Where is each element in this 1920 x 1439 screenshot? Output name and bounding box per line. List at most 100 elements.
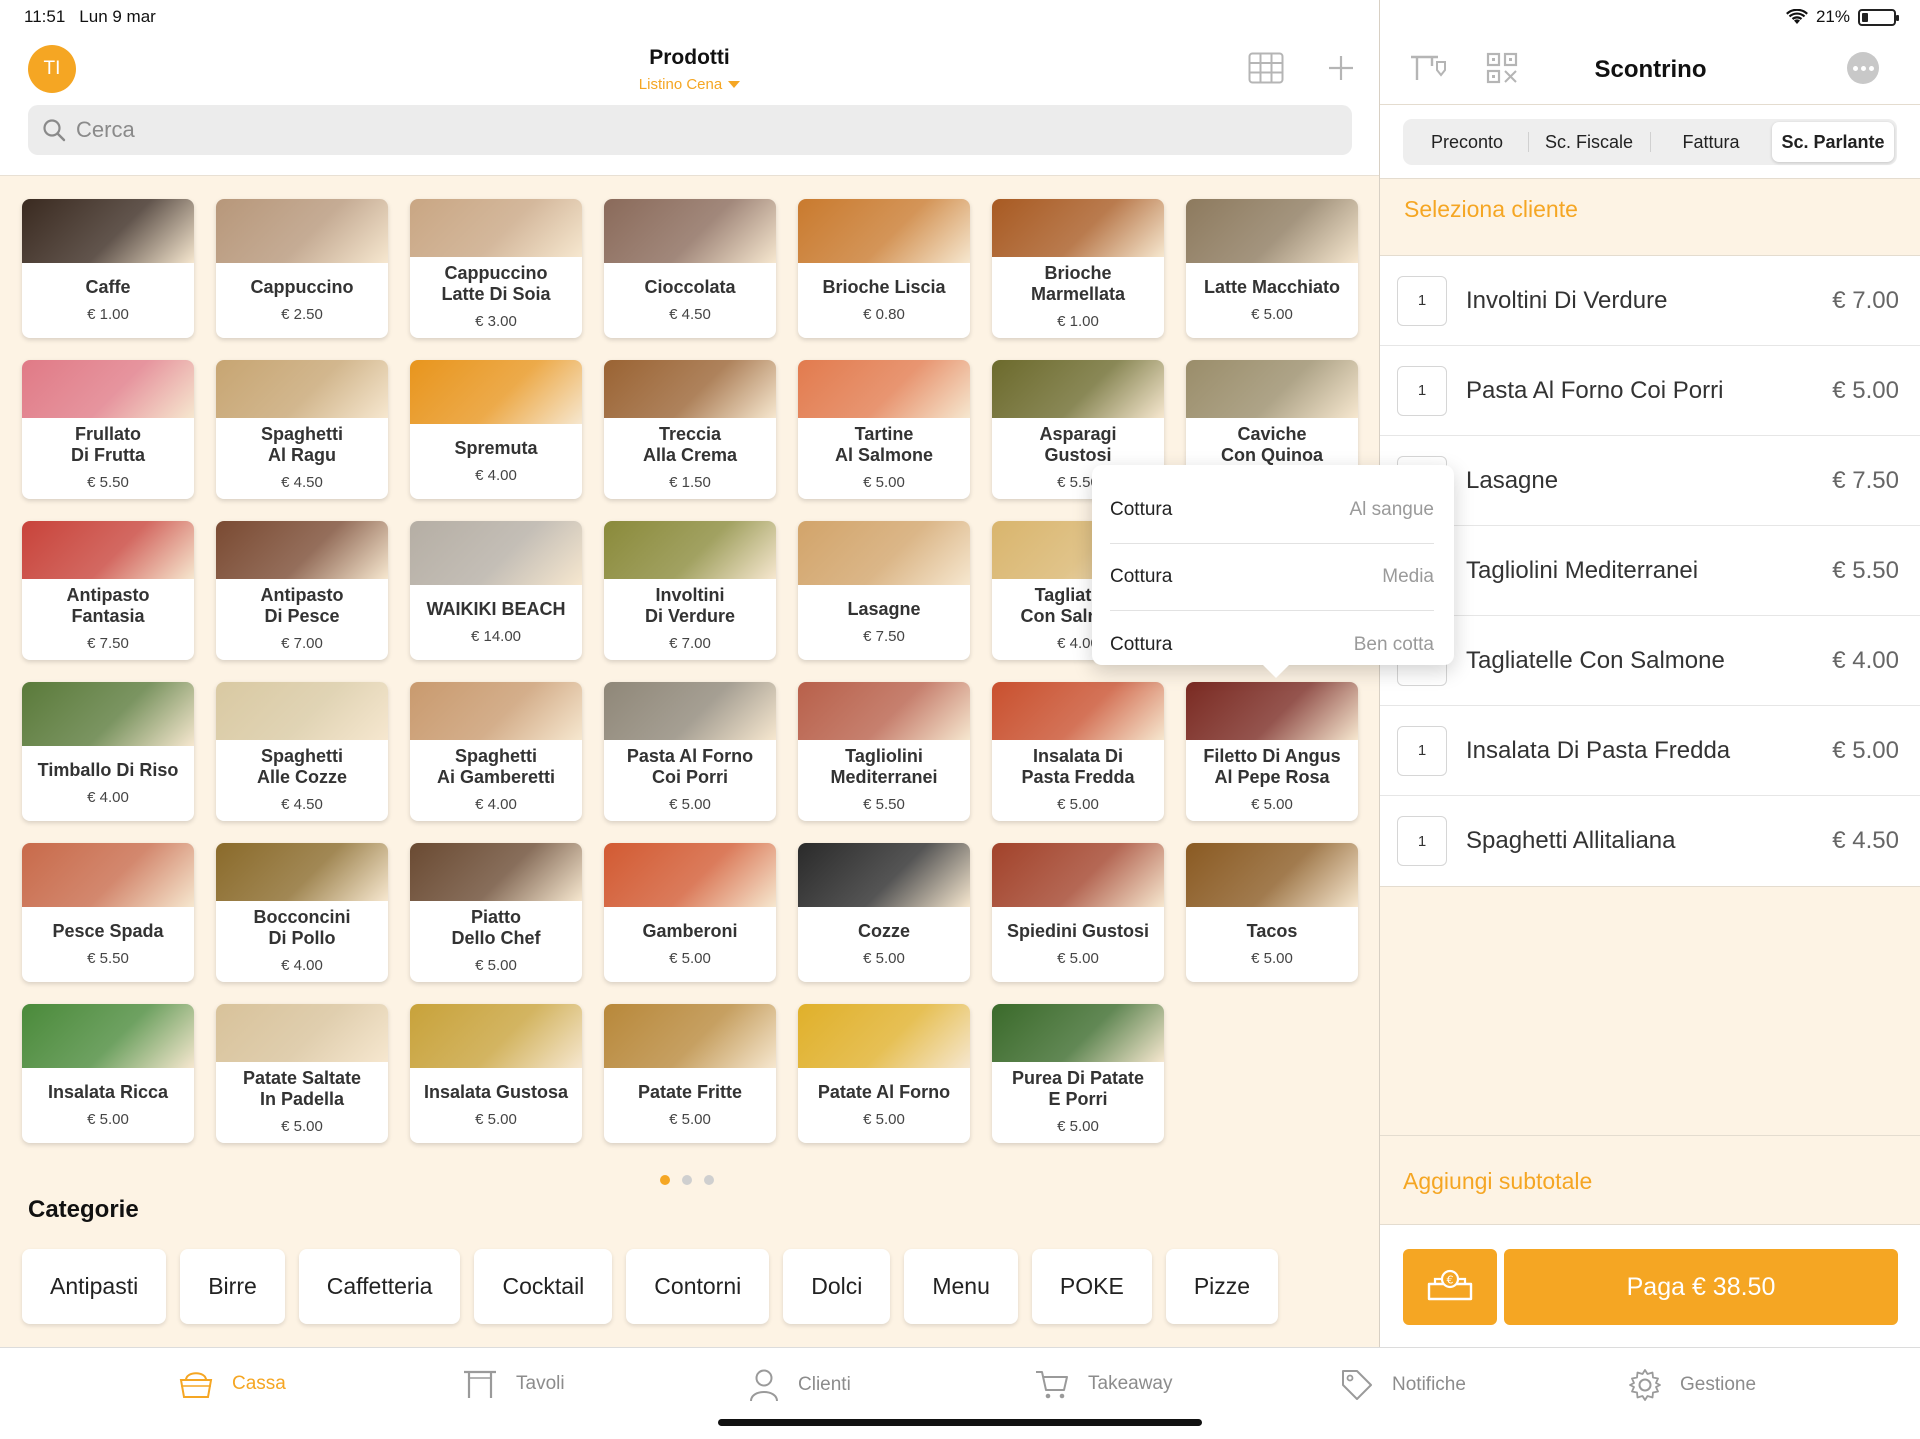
product-card[interactable]: Cappuccino Latte Di Soia € 3.00 — [410, 199, 582, 338]
product-image — [992, 360, 1164, 418]
product-card[interactable]: Gamberoni € 5.00 — [604, 843, 776, 982]
product-card[interactable]: WAIKIKI BEACH € 14.00 — [410, 521, 582, 660]
page-dot[interactable] — [682, 1175, 692, 1185]
product-card[interactable]: Patate Al Forno € 5.00 — [798, 1004, 970, 1143]
receipt-type-tab[interactable]: Sc. Fiscale — [1528, 122, 1650, 162]
product-card[interactable]: Brioche Liscia € 0.80 — [798, 199, 970, 338]
category-button[interactable]: POKE — [1031, 1249, 1152, 1324]
product-name: Spremuta — [454, 437, 538, 458]
receipt-pane: Scontrino Preconto Sc. Fiscale Fattura Sc. … — [1379, 0, 1920, 1347]
product-price: € 5.50 — [87, 949, 129, 967]
receipt-type-tab[interactable]: Fattura — [1650, 122, 1772, 162]
product-card[interactable]: Cappuccino € 2.50 — [216, 199, 388, 338]
select-client-link[interactable]: Seleziona cliente — [1404, 196, 1578, 223]
page-dot[interactable] — [660, 1175, 670, 1185]
product-card[interactable]: Purea Di Patate E Porri € 5.00 — [992, 1004, 1164, 1143]
category-button[interactable]: Contorni — [626, 1249, 770, 1324]
search-bar[interactable] — [28, 105, 1352, 155]
product-info: Tacos € 5.00 — [1186, 907, 1358, 982]
product-info: Patate Al Forno € 5.00 — [798, 1068, 970, 1143]
product-info: Antipasto Fantasia € 7.50 — [22, 579, 194, 660]
product-card[interactable]: Patate Fritte € 5.00 — [604, 1004, 776, 1143]
tab-takeaway[interactable]: Takeaway — [1034, 1368, 1173, 1400]
product-card[interactable]: Insalata Di Pasta Fredda € 5.00 — [992, 682, 1164, 821]
add-product-button[interactable] — [1321, 48, 1361, 88]
product-card[interactable]: Spremuta € 4.00 — [410, 360, 582, 499]
add-subtotal-row[interactable]: Aggiungi subtotale — [1380, 1135, 1920, 1225]
product-card[interactable]: Piatto Dello Chef € 5.00 — [410, 843, 582, 982]
product-card[interactable]: Insalata Ricca € 5.00 — [22, 1004, 194, 1143]
product-card[interactable]: Involtini Di Verdure € 7.00 — [604, 521, 776, 660]
category-button[interactable]: Menu — [904, 1249, 1018, 1324]
product-card[interactable]: Timballo Di Riso € 4.00 — [22, 682, 194, 821]
page-indicator[interactable] — [660, 1175, 714, 1185]
receipt-item[interactable]: 1 Involtini Di Verdure € 7.00 — [1380, 256, 1920, 346]
product-info: Spaghetti Alle Cozze € 4.50 — [216, 740, 388, 821]
product-card[interactable]: Spaghetti Al Ragu € 4.50 — [216, 360, 388, 499]
cooking-option[interactable]: Cottura Al sangue — [1110, 477, 1434, 544]
product-card[interactable]: Bocconcini Di Pollo € 4.00 — [216, 843, 388, 982]
product-card[interactable]: Tartine Al Salmone € 5.00 — [798, 360, 970, 499]
tab-clienti[interactable]: Clienti — [748, 1368, 851, 1402]
category-button[interactable]: Antipasti — [22, 1249, 167, 1324]
product-card[interactable]: Caffe € 1.00 — [22, 199, 194, 338]
product-name: Spaghetti Ai Gamberetti — [436, 746, 556, 787]
product-card[interactable]: Patate Saltate In Padella € 5.00 — [216, 1004, 388, 1143]
product-card[interactable]: Cozze € 5.00 — [798, 843, 970, 982]
receipt-item[interactable]: 1 Insalata Di Pasta Fredda € 5.00 — [1380, 706, 1920, 796]
product-card[interactable]: Spiedini Gustosi € 5.00 — [992, 843, 1164, 982]
product-card[interactable]: Tagliolini Mediterranei € 5.50 — [798, 682, 970, 821]
receipt-item[interactable]: 1 Spaghetti Allitaliana € 4.50 — [1380, 796, 1920, 886]
product-card[interactable]: Tacos € 5.00 — [1186, 843, 1358, 982]
cooking-option[interactable]: Cottura Ben cotta — [1110, 611, 1434, 678]
receipt-type-tab[interactable]: Preconto — [1406, 122, 1528, 162]
product-card[interactable]: Pesce Spada € 5.50 — [22, 843, 194, 982]
search-input[interactable] — [76, 117, 1276, 143]
product-card[interactable]: Antipasto Fantasia € 7.50 — [22, 521, 194, 660]
quantity-box[interactable]: 1 — [1397, 275, 1447, 326]
home-indicator[interactable] — [718, 1419, 1202, 1426]
person-icon — [748, 1368, 780, 1402]
receipt-item[interactable]: 1 Pasta Al Forno Coi Porri € 5.00 — [1380, 346, 1920, 436]
cash-drawer-button[interactable]: € — [1403, 1249, 1497, 1325]
product-price: € 2.50 — [281, 305, 323, 323]
tab-label: Gestione — [1680, 1374, 1757, 1395]
product-card[interactable]: Filetto Di Angus Al Pepe Rosa € 5.00 — [1186, 682, 1358, 821]
tab-tavoli[interactable]: Tavoli — [462, 1368, 565, 1400]
quantity-box[interactable]: 1 — [1397, 725, 1447, 776]
product-card[interactable]: Lasagne € 7.50 — [798, 521, 970, 660]
category-button[interactable]: Birre — [180, 1249, 285, 1324]
product-card[interactable]: Spaghetti Alle Cozze € 4.50 — [216, 682, 388, 821]
tab-notifiche[interactable]: Notifiche — [1340, 1368, 1466, 1402]
product-card[interactable]: Spaghetti Ai Gamberetti € 4.00 — [410, 682, 582, 821]
receipt-item[interactable]: 1Tagliolini Mediterranei€ 5.50 — [1380, 526, 1920, 616]
category-button[interactable]: Caffetteria — [298, 1249, 461, 1324]
product-card[interactable]: Brioche Marmellata € 1.00 — [992, 199, 1164, 338]
price-list-selector[interactable]: Listino Cena — [639, 76, 741, 93]
grid-view-button[interactable] — [1246, 48, 1286, 88]
product-card[interactable]: Frullato Di Frutta € 5.50 — [22, 360, 194, 499]
tab-gestione[interactable]: Gestione — [1628, 1368, 1756, 1402]
receipt-item[interactable]: 1Lasagne€ 7.50 — [1380, 436, 1920, 526]
pay-button[interactable]: Paga € 38.50 — [1504, 1249, 1898, 1325]
product-card[interactable]: Latte Macchiato € 5.00 — [1186, 199, 1358, 338]
product-card[interactable]: Treccia Alla Crema € 1.50 — [604, 360, 776, 499]
page-dot[interactable] — [704, 1175, 714, 1185]
receipt-item[interactable]: 1Tagliatelle Con Salmone€ 4.00 — [1380, 616, 1920, 706]
products-pane: TI Prodotti Listino Cena Caffe€ 1.00Capp… — [0, 0, 1454, 1347]
product-name: Treccia Alla Crema — [642, 424, 738, 465]
product-card[interactable]: Cioccolata € 4.50 — [604, 199, 776, 338]
more-options-button[interactable] — [1847, 52, 1879, 84]
quantity-box[interactable]: 1 — [1397, 816, 1447, 866]
category-button[interactable]: Pizze — [1165, 1249, 1279, 1324]
category-button[interactable]: Dolci — [783, 1249, 891, 1324]
product-card[interactable]: Insalata Gustosa € 5.00 — [410, 1004, 582, 1143]
quantity-box[interactable]: 1 — [1397, 365, 1447, 416]
cooking-option[interactable]: Cottura Media — [1110, 544, 1434, 611]
product-price: € 4.00 — [475, 466, 517, 484]
category-button[interactable]: Cocktail — [474, 1249, 613, 1324]
product-card[interactable]: Pasta Al Forno Coi Porri € 5.00 — [604, 682, 776, 821]
tab-cassa[interactable]: Cassa — [178, 1368, 286, 1400]
product-card[interactable]: Antipasto Di Pesce € 7.00 — [216, 521, 388, 660]
receipt-type-tab[interactable]: Sc. Parlante — [1772, 122, 1894, 162]
